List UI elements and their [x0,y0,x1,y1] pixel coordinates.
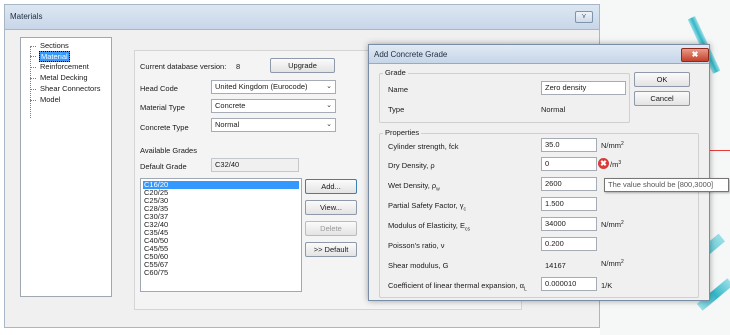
tree-item-shear-connectors[interactable]: Shear Connectors [39,84,101,93]
properties-group [379,133,699,298]
poissons-ratio-label: Poisson's ratio, ν [388,241,445,250]
tree-connector [30,46,36,47]
shear-modulus-value: 14167 [545,261,566,270]
close-button[interactable]: ✖ [681,48,709,62]
error-icon: ✖ [598,158,609,169]
tree-connector [30,100,36,101]
materials-titlebar: Materials ⋎ [5,5,599,30]
partial-safety-factor-label: Partial Safety Factor, γc [388,201,466,213]
type-label: Type [388,105,405,114]
tree-item-material[interactable]: Material [39,51,70,62]
type-value: Normal [541,105,566,114]
cancel-button[interactable]: Cancel [634,91,690,106]
dry-density-field[interactable]: 0 [541,157,597,171]
view-button[interactable]: View... [305,200,357,215]
tree-item-metal-decking[interactable]: Metal Decking [39,73,89,82]
material-type-select[interactable]: Concrete ⌄ [211,99,336,113]
chevron-down-icon: ⌄ [326,121,332,128]
db-version-value: 8 [236,62,241,71]
head-code-value: United Kingdom (Eurocode) [215,82,308,91]
head-code-label: Head Code [140,84,178,93]
name-field[interactable]: Zero density [541,81,626,95]
concrete-type-value: Normal [215,120,240,129]
materials-title: Materials [10,12,43,21]
modulus-elasticity-label: Modulus of Elasticity, Ecs [388,221,470,233]
tree-item-model[interactable]: Model [39,95,61,104]
chevron-down-icon: ⌄ [326,102,332,109]
wet-density-field[interactable]: 2600 [541,177,597,191]
acg-title: Add Concrete Grade [374,50,448,59]
tree-connector [30,89,36,90]
dry-density-unit: /m3 [610,160,622,169]
acg-titlebar: Add Concrete Grade ✖ [369,45,709,64]
set-default-button[interactable]: >> Default [305,242,357,257]
cylinder-strength-label: Cylinder strength, fck [388,142,459,151]
default-grade-label: Default Grade [140,162,187,171]
ok-button[interactable]: OK [634,72,690,87]
tree-connector [30,78,36,79]
add-button[interactable]: Add... [305,179,357,194]
cylinder-strength-unit: N/mm2 [601,141,624,150]
dry-density-label: Dry Density, ρ [388,161,435,170]
thermal-expansion-unit: 1/K [601,281,613,290]
add-concrete-grade-dialog: Add Concrete Grade ✖ OK Cancel Grade Nam… [368,44,710,301]
shear-modulus-label: Shear modulus, G [388,261,449,270]
default-grade-field: C32/40 [211,158,299,172]
list-item[interactable]: C60/75 [143,269,169,277]
modulus-elasticity-unit: N/mm2 [601,220,624,229]
collapse-button[interactable]: ⋎ [575,11,593,23]
grade-group-label: Grade [383,68,408,77]
chevron-down-icon: ⌄ [326,83,332,90]
db-version-label: Current database version: [140,62,227,71]
validation-tooltip: The value should be [800,3000] [604,178,729,192]
materials-tree[interactable]: Sections Material Reinforcement Metal De… [20,37,112,297]
modulus-elasticity-field[interactable]: 34000 [541,217,597,231]
material-type-value: Concrete [215,101,246,110]
delete-button[interactable]: Delete [305,221,357,236]
tree-item-reinforcement[interactable]: Reinforcement [39,62,90,71]
thermal-expansion-field[interactable]: 0.000010 [541,277,597,291]
cylinder-strength-field[interactable]: 35.0 [541,138,597,152]
upgrade-button[interactable]: Upgrade [270,58,335,73]
tree-connector [30,67,36,68]
concrete-type-label: Concrete Type [140,123,189,132]
shear-modulus-unit: N/mm2 [601,259,624,268]
name-label: Name [388,85,409,94]
partial-safety-factor-field[interactable]: 1.500 [541,197,597,211]
properties-group-label: Properties [383,128,422,137]
tree-connector [30,56,36,57]
available-grades-label: Available Grades [140,146,197,155]
poissons-ratio-field[interactable]: 0.200 [541,237,597,251]
head-code-select[interactable]: United Kingdom (Eurocode) ⌄ [211,80,336,94]
wet-density-label: Wet Density, ρw [388,181,440,193]
grade-list[interactable]: C16/20 C20/25 C25/30 C28/35 C30/37 C32/4… [140,178,302,292]
tree-item-sections[interactable]: Sections [39,41,70,50]
material-type-label: Material Type [140,103,185,112]
thermal-expansion-label: Coefficient of linear thermal expansion,… [388,281,527,293]
concrete-type-select[interactable]: Normal ⌄ [211,118,336,132]
